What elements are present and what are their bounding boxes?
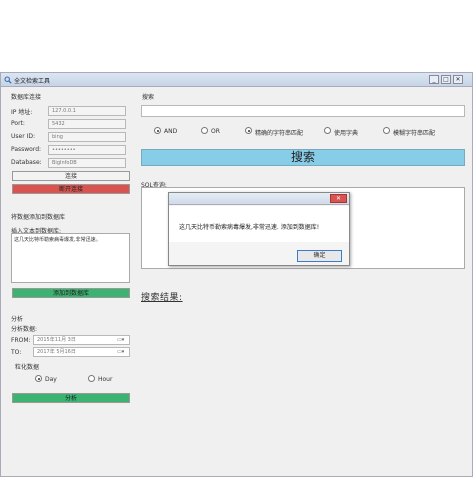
use-dictionary-radio-label: 使用字典 — [334, 130, 359, 137]
exact-match-radio[interactable] — [245, 127, 252, 134]
search-section-label: 搜索 — [142, 94, 155, 101]
search-results-label: 搜索结果: — [141, 293, 183, 303]
analyze-button[interactable]: 分析 — [12, 393, 130, 403]
ip-field[interactable]: 127.0.0.1 — [48, 106, 126, 116]
to-date-picker[interactable]: 2017年 5月16日 — [33, 347, 130, 357]
day-radio[interactable] — [35, 375, 42, 382]
maximize-button[interactable]: □ — [441, 75, 451, 84]
dialog-close-button[interactable]: ✕ — [330, 194, 347, 203]
add-to-database-button[interactable]: 添加到数据库 — [12, 288, 130, 298]
password-field[interactable]: •••••••• — [48, 145, 126, 155]
or-radio-label: OR — [211, 128, 220, 135]
to-date-value: 2017年 5月16日 — [37, 349, 76, 355]
search-input[interactable] — [141, 105, 465, 117]
hour-radio-label: Hour — [98, 376, 113, 383]
day-radio-label: Day — [45, 376, 57, 383]
ip-label: IP 地址: — [11, 109, 33, 116]
add-data-section-label: 将数据添加到数据库 — [11, 214, 66, 221]
from-date-value: 2015年11月 3日 — [37, 337, 76, 343]
search-button[interactable]: 搜索 — [141, 149, 465, 166]
from-date-picker[interactable]: 2015年11月 3日 — [33, 335, 130, 345]
and-radio-label: AND — [164, 128, 178, 135]
from-label: FROM: — [11, 337, 31, 344]
fuzzy-match-radio[interactable] — [383, 127, 390, 134]
port-field[interactable]: 5432 — [48, 119, 126, 129]
background-strip — [0, 0, 473, 72]
database-label: Database: — [11, 159, 42, 166]
minimize-button[interactable]: _ — [429, 75, 439, 84]
password-label: Password: — [11, 146, 42, 153]
database-field[interactable]: BigInfoDB — [48, 158, 126, 168]
message-dialog: ✕ 这几天比特币勒索病毒爆发,非常迅速. 添加到数据库! 确定 — [168, 192, 350, 266]
insert-text-area[interactable]: 这几天比特币勒索病毒爆发,非常迅速。 — [11, 233, 130, 283]
port-label: Port: — [11, 120, 25, 127]
dialog-title-bar — [169, 193, 349, 205]
dialog-message: 这几天比特币勒索病毒爆发,非常迅速. 添加到数据库! — [179, 224, 320, 231]
use-dictionary-radio[interactable] — [324, 127, 331, 134]
granularity-label: 粒化数据 — [15, 364, 40, 371]
db-connection-label: 数据库连接 — [11, 94, 42, 101]
insert-text-value: 这几天比特币勒索病毒爆发,非常迅速。 — [14, 237, 101, 243]
fuzzy-match-radio-label: 模糊字符串匹配 — [393, 130, 436, 137]
user-id-field[interactable]: bing — [48, 132, 126, 142]
close-button[interactable]: ✕ — [453, 75, 463, 84]
analysis-section-label: 分析 — [11, 316, 24, 323]
from-calendar-icon[interactable]: ▭▾ — [117, 337, 124, 343]
app-window: 全文检索工具 _ □ ✕ 数据库连接 IP 地址: 127.0.0.1 Port… — [0, 72, 473, 477]
and-radio[interactable] — [154, 127, 161, 134]
dialog-ok-button[interactable]: 确定 — [297, 250, 342, 262]
hour-radio[interactable] — [88, 375, 95, 382]
connect-button[interactable]: 连接 — [12, 171, 130, 181]
search-icon — [4, 76, 12, 84]
user-id-label: User ID: — [11, 133, 35, 140]
analysis-data-label: 分析数据: — [11, 326, 38, 333]
or-radio[interactable] — [201, 127, 208, 134]
to-label: TO: — [11, 349, 22, 356]
exact-match-radio-label: 精确的字符串匹配 — [255, 130, 304, 137]
disconnect-button[interactable]: 断开连接 — [12, 184, 130, 194]
to-calendar-icon[interactable]: ▭▾ — [117, 349, 124, 355]
window-title: 全文检索工具 — [14, 78, 51, 85]
title-bar: 全文检索工具 _ □ ✕ — [1, 73, 472, 87]
